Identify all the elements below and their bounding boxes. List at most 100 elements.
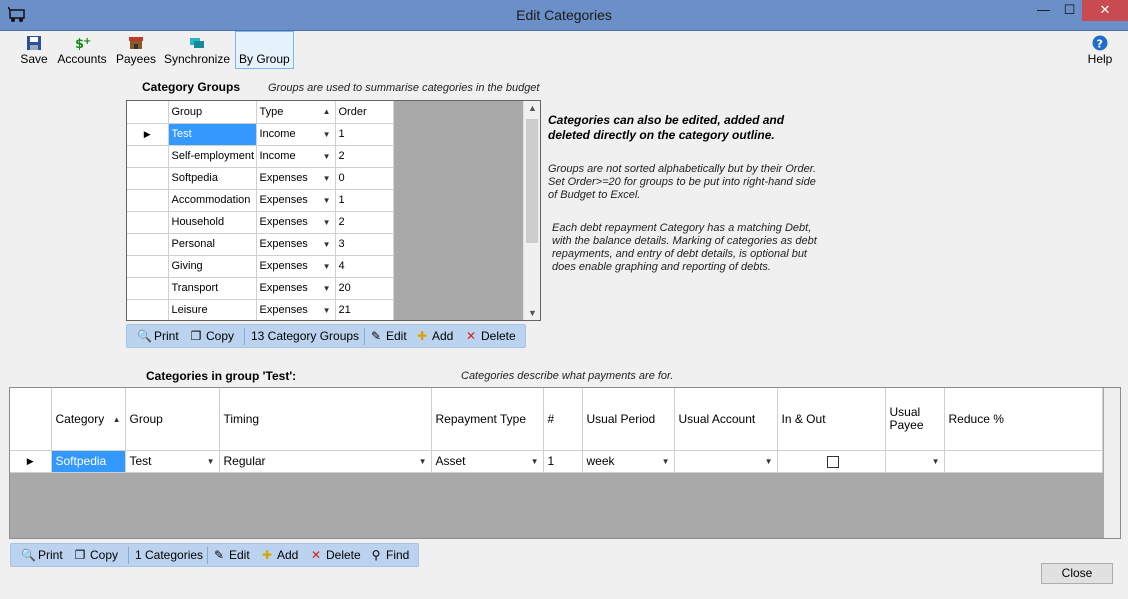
type-cell[interactable]: Expenses ▼ — [256, 299, 336, 320]
group-cell[interactable]: Self-employment — [168, 145, 257, 168]
categories-copy-button[interactable]: ❐ Copy — [73, 548, 118, 562]
type-cell[interactable]: Expenses ▼ — [256, 233, 336, 256]
usual-payee-cell[interactable]: ▼ — [885, 450, 945, 473]
in-out-checkbox[interactable] — [827, 455, 839, 468]
chevron-down-icon[interactable]: ▼ — [765, 457, 773, 466]
category-groups-grid[interactable]: Group Type ▲ Order ▶ Test Income ▼ 1 Self-… — [126, 100, 541, 321]
chevron-down-icon[interactable]: ▼ — [323, 306, 331, 315]
table-row[interactable]: Personal Expenses ▼ 3 — [127, 233, 394, 256]
order-cell[interactable]: 21 — [335, 299, 394, 320]
chevron-down-icon[interactable]: ▼ — [207, 457, 215, 466]
chevron-down-icon[interactable]: ▼ — [531, 457, 539, 466]
column-header-type[interactable]: Type ▲ — [256, 101, 336, 124]
type-cell[interactable]: Income ▼ — [256, 123, 336, 146]
usual-account-cell[interactable]: ▼ — [674, 450, 778, 473]
table-row[interactable]: ▶ Softpedia Test ▼ Regular ▼ Asset ▼ 1 week… — [10, 450, 1103, 473]
type-cell[interactable]: Expenses ▼ — [256, 277, 336, 300]
type-cell[interactable]: Expenses ▼ — [256, 255, 336, 278]
groups-delete-button[interactable]: ✕ Delete — [464, 329, 516, 343]
scrollbar-thumb[interactable] — [526, 119, 538, 243]
group-cell[interactable]: Personal — [168, 233, 257, 256]
type-cell[interactable]: Expenses ▼ — [256, 211, 336, 234]
maximize-button[interactable]: ☐ — [1056, 0, 1083, 21]
chevron-down-icon[interactable]: ▼ — [662, 457, 670, 466]
group-cell[interactable]: Test — [168, 123, 257, 146]
column-header-reduce[interactable]: Reduce % — [944, 388, 1103, 451]
scroll-down-icon[interactable]: ▼ — [524, 308, 540, 318]
order-cell[interactable]: 4 — [335, 255, 394, 278]
chevron-down-icon[interactable]: ▼ — [932, 457, 940, 466]
timing-cell[interactable]: Regular ▼ — [219, 450, 432, 473]
group-cell[interactable]: Leisure — [168, 299, 257, 320]
minimize-button[interactable]: — — [1030, 0, 1057, 21]
column-header-order[interactable]: Order — [335, 101, 394, 124]
categories-edit-button[interactable]: ✎ Edit — [212, 548, 250, 562]
column-header-group[interactable]: Group — [125, 388, 220, 451]
type-cell[interactable]: Expenses ▼ — [256, 189, 336, 212]
table-row[interactable]: Self-employment Income ▼ 2 — [127, 145, 394, 168]
chevron-down-icon[interactable]: ▼ — [323, 240, 331, 249]
column-header-in-out[interactable]: In & Out — [777, 388, 886, 451]
type-cell[interactable]: Income ▼ — [256, 145, 336, 168]
order-cell[interactable]: 3 — [335, 233, 394, 256]
order-cell[interactable]: 1 — [335, 189, 394, 212]
group-cell[interactable]: Household — [168, 211, 257, 234]
categories-print-button[interactable]: 🔍 Print — [21, 548, 63, 562]
table-row[interactable]: Accommodation Expenses ▼ 1 — [127, 189, 394, 212]
chevron-down-icon[interactable]: ▼ — [419, 457, 427, 466]
groups-add-button[interactable]: ✚ Add — [415, 329, 453, 343]
scroll-up-icon[interactable]: ▲ — [524, 103, 540, 113]
type-cell[interactable]: Expenses ▼ — [256, 167, 336, 190]
table-row[interactable]: Giving Expenses ▼ 4 — [127, 255, 394, 278]
table-row[interactable]: Softpedia Expenses ▼ 0 — [127, 167, 394, 190]
order-cell[interactable]: 2 — [335, 211, 394, 234]
by-group-button[interactable]: By Group — [235, 31, 294, 69]
chevron-down-icon[interactable]: ▼ — [323, 218, 331, 227]
category-cell[interactable]: Softpedia — [51, 450, 126, 473]
accounts-button[interactable]: $ + Accounts — [56, 33, 108, 69]
chevron-down-icon[interactable]: ▼ — [323, 130, 331, 139]
chevron-down-icon[interactable]: ▼ — [323, 284, 331, 293]
order-cell[interactable]: 1 — [335, 123, 394, 146]
group-cell[interactable]: Accommodation — [168, 189, 257, 212]
repayment-type-cell[interactable]: Asset ▼ — [431, 450, 544, 473]
chevron-down-icon[interactable]: ▼ — [323, 262, 331, 271]
column-header-group[interactable]: Group — [168, 101, 257, 124]
number-cell[interactable]: 1 — [543, 450, 583, 473]
column-header-number[interactable]: # — [543, 388, 583, 451]
close-button[interactable]: Close — [1041, 563, 1113, 584]
column-header-usual-payee[interactable]: Usual Payee — [885, 388, 945, 451]
column-header-usual-account[interactable]: Usual Account — [674, 388, 778, 451]
usual-period-cell[interactable]: week ▼ — [582, 450, 675, 473]
order-cell[interactable]: 2 — [335, 145, 394, 168]
group-cell[interactable]: Transport — [168, 277, 257, 300]
table-row[interactable]: Household Expenses ▼ 2 — [127, 211, 394, 234]
column-header-category[interactable]: Category ▲ — [51, 388, 126, 451]
close-window-button[interactable]: ✕ — [1082, 0, 1128, 21]
chevron-down-icon[interactable]: ▼ — [323, 152, 331, 161]
table-row[interactable]: ▶ Test Income ▼ 1 — [127, 123, 394, 146]
chevron-down-icon[interactable]: ▼ — [323, 174, 331, 183]
table-row[interactable]: Transport Expenses ▼ 20 — [127, 277, 394, 300]
save-button[interactable]: Save — [18, 33, 50, 69]
groups-vertical-scrollbar[interactable]: ▲ ▼ — [523, 101, 540, 320]
groups-edit-button[interactable]: ✎ Edit — [369, 329, 407, 343]
column-header-timing[interactable]: Timing — [219, 388, 432, 451]
chevron-down-icon[interactable]: ▼ — [323, 196, 331, 205]
group-cell[interactable]: Giving — [168, 255, 257, 278]
categories-vertical-scrollbar[interactable] — [1104, 388, 1120, 538]
categories-delete-button[interactable]: ✕ Delete — [309, 548, 361, 562]
table-row[interactable]: Leisure Expenses ▼ 21 — [127, 299, 394, 320]
in-out-cell[interactable] — [777, 450, 886, 473]
column-header-repayment-type[interactable]: Repayment Type — [431, 388, 544, 451]
order-cell[interactable]: 0 — [335, 167, 394, 190]
column-header-usual-period[interactable]: Usual Period — [582, 388, 675, 451]
groups-print-button[interactable]: 🔍 Print — [137, 329, 179, 343]
help-button[interactable]: ? Help — [1084, 33, 1116, 69]
group-cell[interactable]: Test ▼ — [125, 450, 220, 473]
synchronize-button[interactable]: Synchronize — [163, 33, 231, 69]
categories-find-button[interactable]: ⚲ Find — [369, 548, 410, 562]
group-cell[interactable]: Softpedia — [168, 167, 257, 190]
payees-button[interactable]: Payees — [116, 33, 156, 69]
groups-copy-button[interactable]: ❐ Copy — [189, 329, 234, 343]
